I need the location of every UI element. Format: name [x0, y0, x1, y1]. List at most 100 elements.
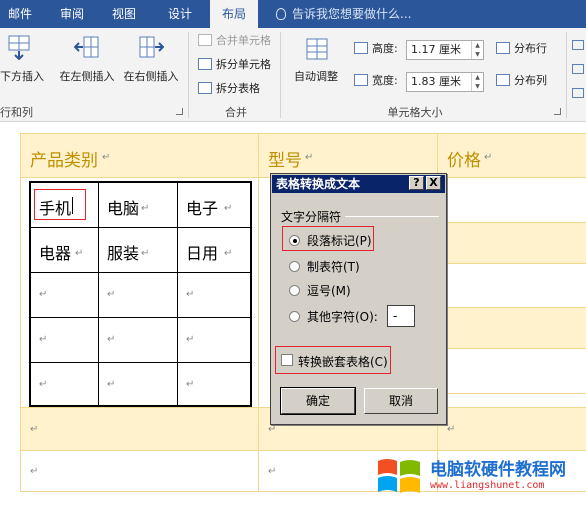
insert-left-label: 在左侧插入: [59, 70, 115, 83]
radio-other[interactable]: [289, 311, 300, 322]
option-comma-label[interactable]: 逗号(M): [307, 282, 351, 299]
nested-cell[interactable]: ↵: [98, 272, 178, 318]
insert-left-button[interactable]: 在左侧插入: [56, 28, 118, 98]
spinner-arrows-icon[interactable]: ▲ ▼: [471, 41, 483, 59]
paragraph-mark: ↵: [186, 334, 195, 345]
distribute-rows-button[interactable]: 分布行: [496, 40, 547, 58]
nested-highlight: [275, 346, 391, 374]
convert-table-to-text-dialog: 表格转换成文本 ? X 文字分隔符 段落标记(P) 制表符(T) 逗号(M) 其…: [270, 173, 447, 425]
windows-logo-icon: [378, 459, 420, 493]
distribute-cols-icon: [496, 74, 510, 86]
align-icon[interactable]: [572, 40, 584, 50]
separator-group-label: 文字分隔符: [281, 210, 342, 224]
insert-right-icon: [139, 36, 164, 58]
nested-cell[interactable]: 电器 ↵: [30, 227, 99, 273]
group-divider: [345, 216, 439, 217]
ok-button[interactable]: 确定: [280, 387, 356, 415]
paragraph-mark: ↵: [268, 466, 277, 477]
split-cells-button[interactable]: 拆分单元格: [198, 56, 271, 74]
paragraph-mark: ↵: [186, 379, 195, 390]
nested-cell[interactable]: 电脑 ↵: [98, 182, 178, 228]
tab-review[interactable]: 审阅: [52, 0, 92, 28]
paragraph-mark: ↵: [447, 424, 456, 435]
paragraph-mark: ↵: [30, 466, 39, 477]
body-cell[interactable]: [20, 450, 259, 492]
width-spinner[interactable]: 1.83 厘米 ▲ ▼: [406, 72, 484, 92]
paragraph-mark: ↵: [107, 334, 116, 345]
paragraph-mark: ↵: [30, 424, 39, 435]
insert-below-icon: [8, 35, 30, 60]
split-table-label: 拆分表格: [216, 82, 260, 95]
band-line: [438, 393, 586, 394]
paragraph-mark: ↵: [484, 152, 493, 163]
align-icon[interactable]: [572, 88, 584, 98]
text-cursor: [72, 197, 73, 214]
height-value: 1.17 厘米: [411, 43, 461, 56]
nested-cell[interactable]: ↵: [30, 272, 99, 318]
height-spinner[interactable]: 1.17 厘米 ▲ ▼: [406, 40, 484, 60]
merge-cells-button[interactable]: 合并单元格: [198, 32, 271, 50]
autofit-button[interactable]: 自动调整: [286, 28, 346, 98]
nested-cell-text: 日用: [186, 244, 219, 263]
option-other-label[interactable]: 其他字符(O):: [307, 308, 378, 325]
nested-cell[interactable]: ↵: [98, 317, 178, 363]
other-char-input[interactable]: -: [387, 305, 415, 327]
option-highlight: [282, 226, 374, 251]
height-label: 高度:: [354, 40, 398, 58]
tab-view[interactable]: 视图: [104, 0, 144, 28]
paragraph-mark: ↵: [268, 424, 277, 435]
insert-below-label: 下方插入: [0, 70, 44, 83]
nested-cell[interactable]: ↵: [30, 362, 99, 406]
band-row: [438, 307, 586, 349]
body-cell[interactable]: [437, 177, 586, 408]
cancel-button[interactable]: 取消: [364, 388, 438, 414]
nested-cell[interactable]: ↵: [177, 362, 251, 406]
tell-me-text: 告诉我您想要做什么...: [292, 7, 412, 21]
group-label-merge: 合并: [225, 106, 247, 119]
rows-cols-launcher-icon[interactable]: [176, 108, 183, 115]
tab-mailings[interactable]: 邮件: [0, 0, 40, 28]
insert-right-label: 在右侧插入: [123, 70, 179, 83]
close-button[interactable]: X: [426, 176, 441, 190]
insert-right-button[interactable]: 在右侧插入: [120, 28, 182, 98]
ribbon: 下方插入 在左侧插入 在右侧插入 行和列 合并单元格 拆分单元格 拆分表格 合并: [0, 28, 586, 122]
group-separator: [280, 32, 281, 118]
nested-cell[interactable]: ↵: [177, 317, 251, 363]
width-value: 1.83 厘米: [411, 75, 461, 88]
header-price: 价格: [447, 151, 481, 171]
cell-size-launcher-icon[interactable]: [554, 108, 561, 115]
nested-cell[interactable]: 日用 ↵: [177, 227, 251, 273]
align-icon[interactable]: [572, 64, 584, 74]
nested-cell[interactable]: ↵: [30, 317, 99, 363]
nested-cell[interactable]: ↵: [177, 272, 251, 318]
tell-me-search[interactable]: 告诉我您想要做什么...: [276, 0, 411, 28]
paragraph-mark: ↵: [39, 334, 48, 345]
insert-below-button[interactable]: 下方插入: [0, 28, 54, 98]
split-table-button[interactable]: 拆分表格: [198, 80, 260, 98]
radio-tab[interactable]: [289, 261, 300, 272]
tab-layout[interactable]: 布局: [210, 0, 258, 28]
spinner-arrows-icon[interactable]: ▲ ▼: [471, 73, 483, 91]
group-separator: [566, 32, 567, 118]
nested-cell[interactable]: 服装 ↵: [98, 227, 178, 273]
group-separator: [188, 32, 189, 118]
paragraph-mark: ↵: [102, 152, 111, 163]
split-cells-icon: [198, 58, 212, 70]
insert-left-icon: [74, 36, 99, 58]
help-button[interactable]: ?: [409, 176, 424, 190]
radio-comma[interactable]: [289, 285, 300, 296]
option-tab-label[interactable]: 制表符(T): [307, 258, 360, 275]
nested-cell[interactable]: ↵: [98, 362, 178, 406]
nested-cell-text: 电器: [39, 244, 72, 263]
merge-cells-label: 合并单元格: [216, 34, 271, 47]
nested-cell-text: 电脑: [107, 199, 140, 218]
body-cell[interactable]: [20, 407, 259, 451]
distribute-cols-button[interactable]: 分布列: [496, 72, 547, 90]
paragraph-mark: ↵: [224, 248, 233, 259]
body-cell[interactable]: [437, 407, 586, 451]
nested-cell[interactable]: 电子 ↵: [177, 182, 251, 228]
header-product-category: 产品类别: [30, 151, 98, 171]
width-label: 宽度:: [354, 72, 398, 90]
tab-design[interactable]: 设计: [158, 0, 202, 28]
split-cells-label: 拆分单元格: [216, 58, 271, 71]
